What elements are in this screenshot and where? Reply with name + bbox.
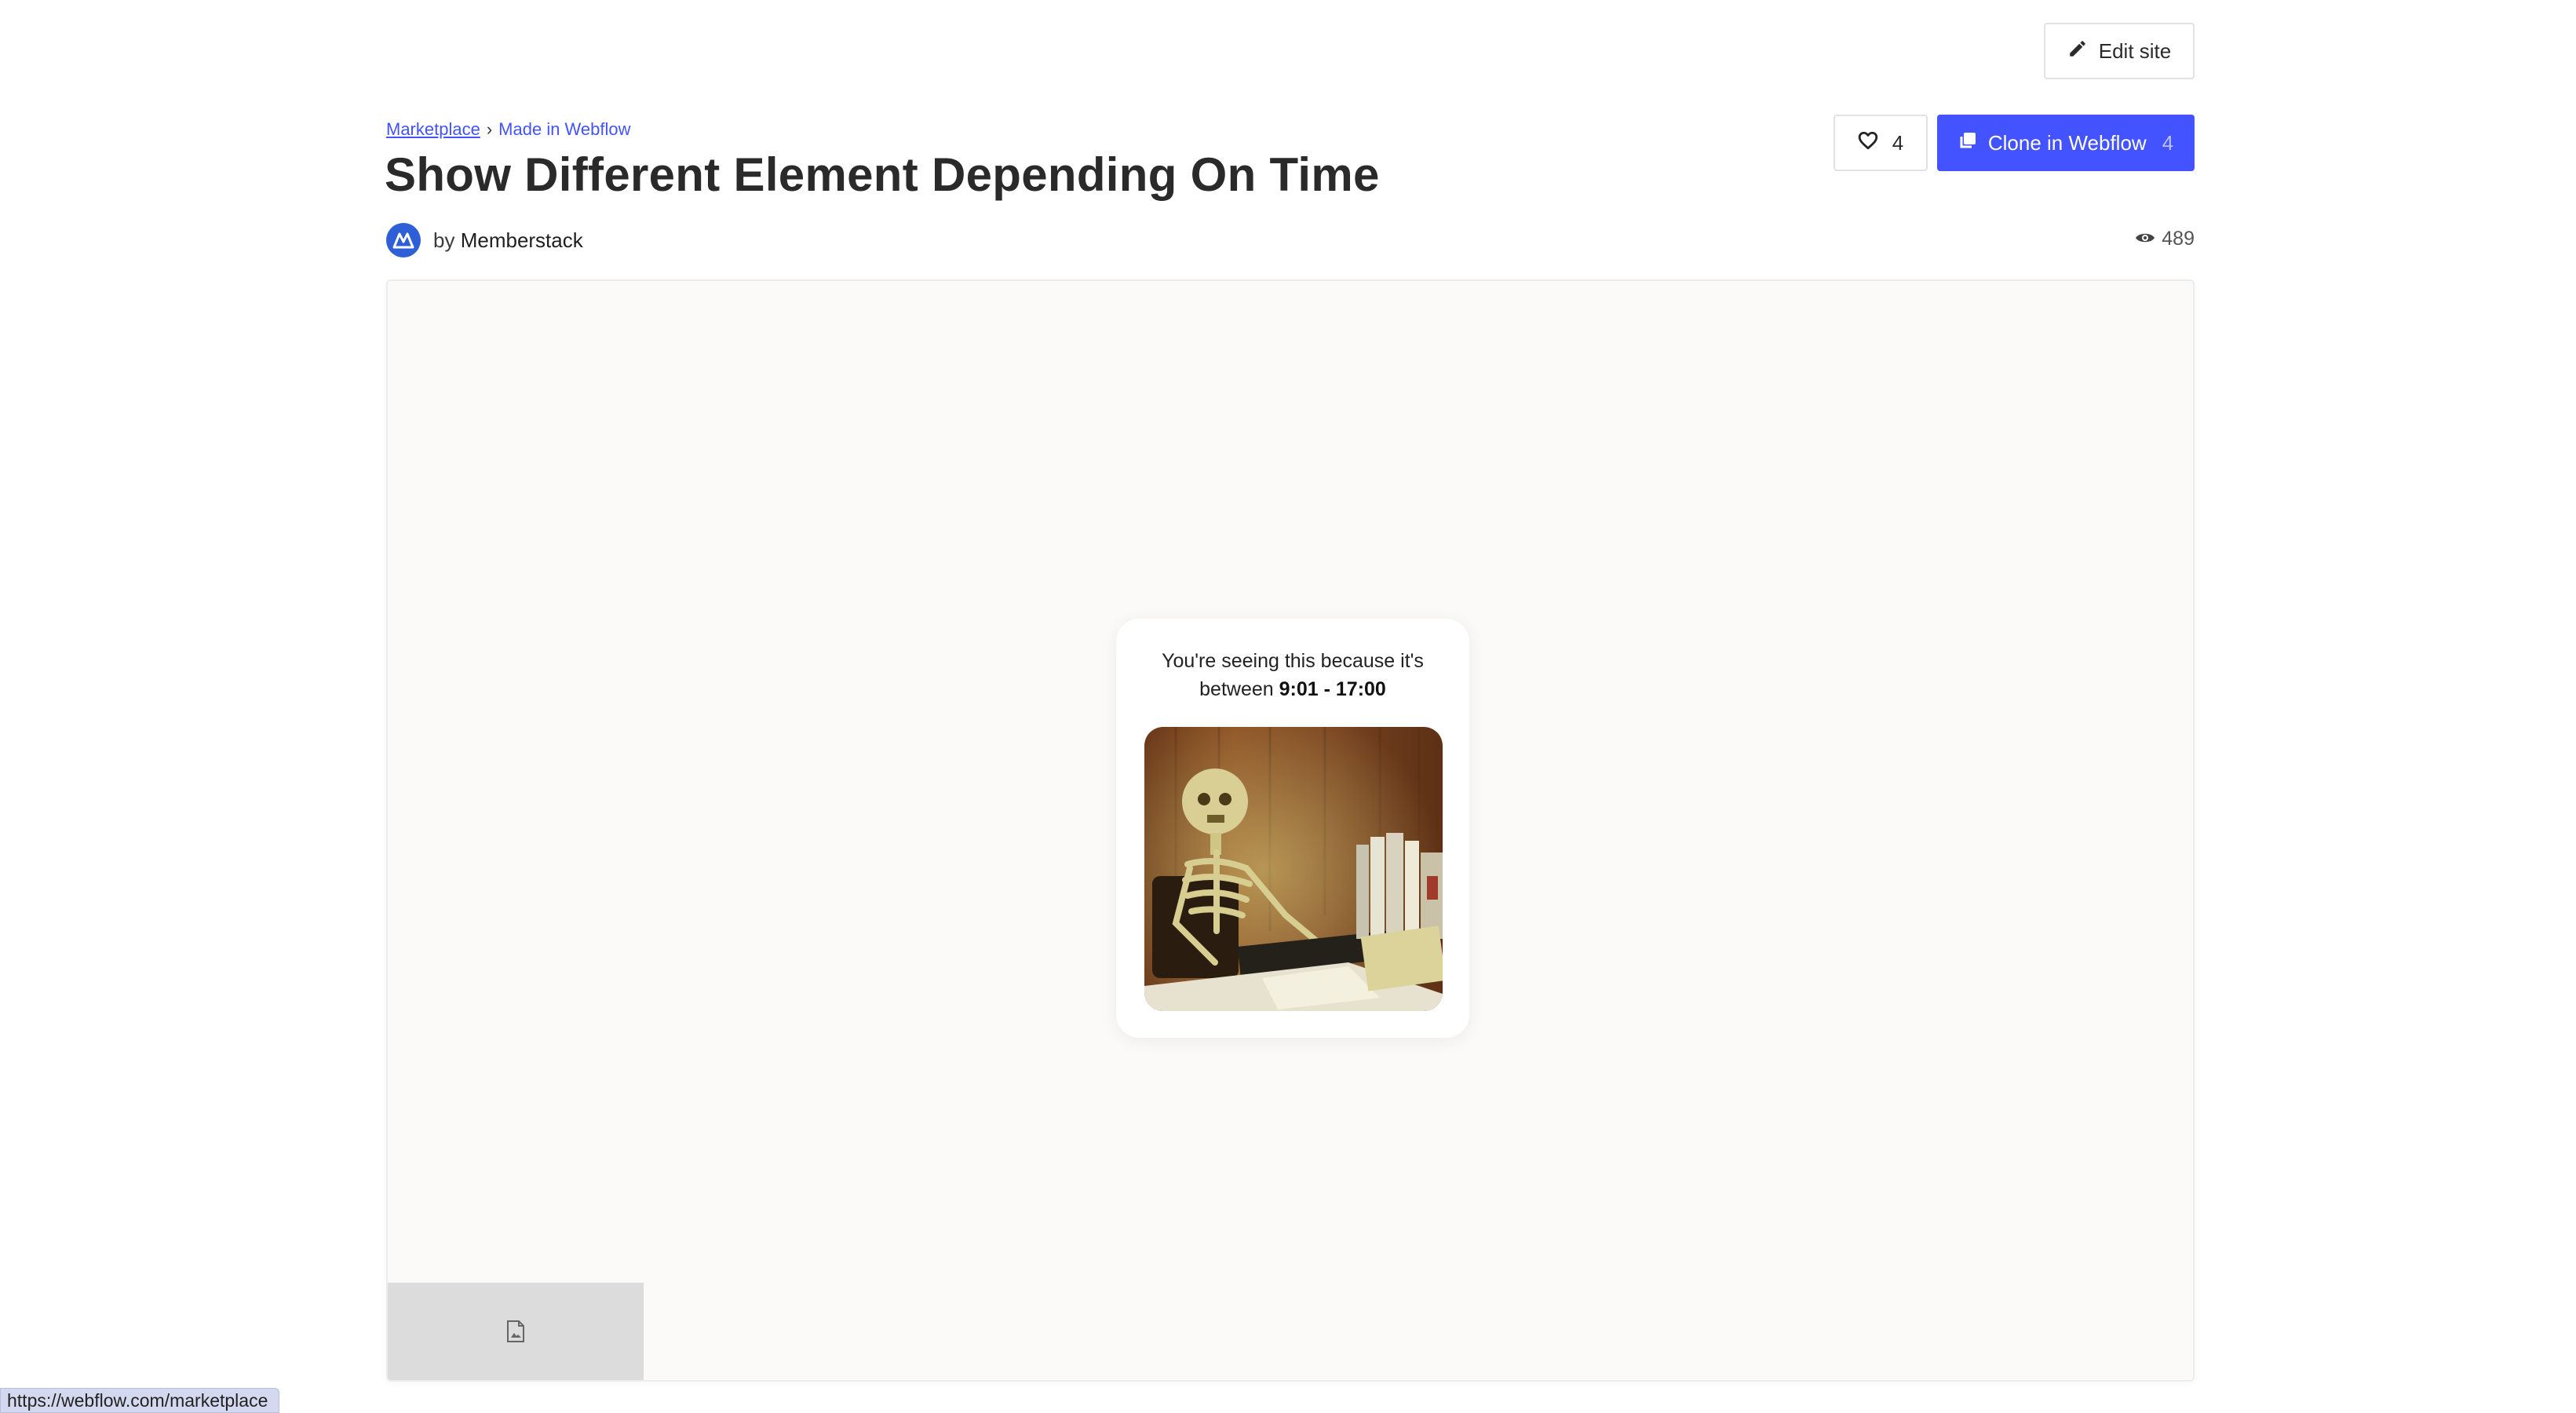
- author-name-link[interactable]: Memberstack: [461, 228, 583, 252]
- thumbnail-placeholder[interactable]: [388, 1283, 644, 1380]
- like-button[interactable]: 4: [1833, 115, 1928, 171]
- pencil-icon: [2067, 38, 2088, 64]
- clone-count: 4: [2162, 130, 2174, 155]
- clone-in-webflow-button[interactable]: Clone in Webflow 4: [1937, 115, 2195, 171]
- skeleton-at-desk-image: [1144, 727, 1443, 1011]
- card-message-line2: between 9:01 - 17:00: [1116, 678, 1469, 701]
- clone-icon: [1958, 131, 1977, 155]
- breadcrumb-made-in-webflow-link[interactable]: Made in Webflow: [498, 119, 630, 140]
- like-count: 4: [1892, 130, 1904, 155]
- card-time-range: 9:01 - 17:00: [1279, 678, 1386, 700]
- author-prefix: by: [433, 228, 455, 252]
- edit-site-label: Edit site: [2098, 38, 2172, 63]
- eye-icon: [2135, 228, 2155, 250]
- heart-icon: [1858, 131, 1878, 155]
- time-message-card: You're seeing this because it's between …: [1116, 619, 1469, 1038]
- card-message-line1: You're seeing this because it's: [1162, 650, 1424, 672]
- memberstack-logo-icon[interactable]: [386, 223, 421, 257]
- view-count-value: 489: [2162, 228, 2195, 250]
- clone-label: Clone in Webflow: [1987, 130, 2147, 155]
- breadcrumb-separator: ›: [486, 119, 493, 139]
- author-byline: by Memberstack: [386, 223, 583, 257]
- card-message-prefix: between: [1199, 678, 1274, 700]
- breadcrumb: Marketplace › Made in Webflow: [386, 119, 631, 140]
- breadcrumb-marketplace-link[interactable]: Marketplace: [386, 119, 480, 140]
- site-preview-frame[interactable]: You're seeing this because it's between …: [386, 279, 2195, 1382]
- page-title: Show Different Element Depending On Time: [385, 148, 1380, 201]
- status-bar-url: https://webflow.com/marketplace: [0, 1388, 280, 1413]
- image-file-icon: [505, 1320, 526, 1347]
- edit-site-button[interactable]: Edit site: [2044, 23, 2195, 79]
- view-count: 489: [2135, 228, 2195, 250]
